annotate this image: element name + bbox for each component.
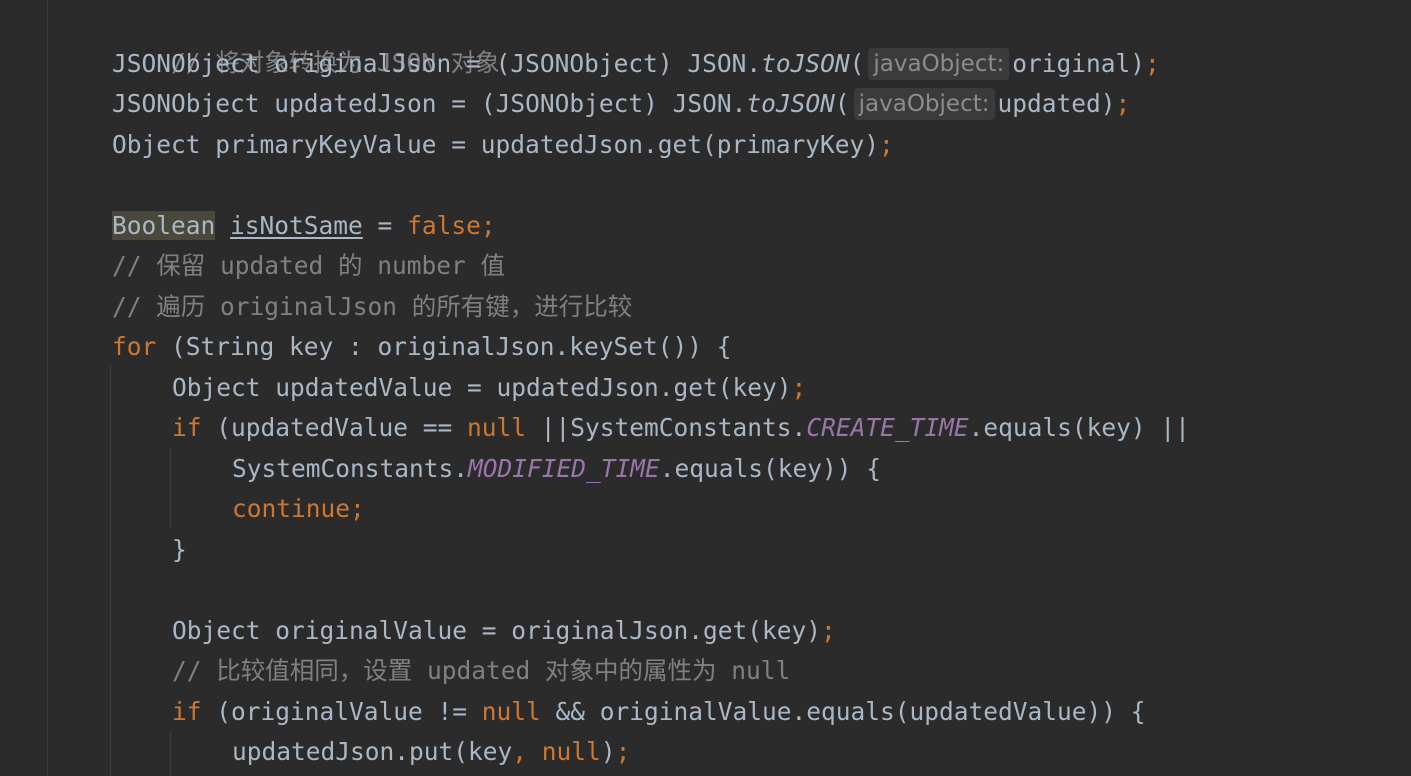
code-line[interactable]: continue;	[232, 489, 365, 529]
keyword: if	[172, 697, 202, 726]
statement: (updatedValue ==	[201, 413, 468, 442]
semicolon: ;	[879, 130, 894, 159]
constant: CREATE_TIME	[806, 413, 969, 442]
type: JSONObject	[112, 89, 260, 118]
code-line[interactable]: JSONObject originalJson = (JSONObject) J…	[112, 44, 1160, 84]
variable: originalJson	[274, 49, 452, 78]
keyword: null	[481, 697, 541, 726]
keyword: false	[407, 211, 481, 240]
constant: MODIFIED_TIME	[468, 454, 660, 483]
semicolon: ;	[1115, 89, 1131, 118]
variable-underlined: isNotSame	[230, 211, 363, 240]
semicolon: ;	[615, 737, 631, 766]
code-line[interactable]: }	[172, 530, 187, 570]
keyword: null	[467, 413, 527, 442]
comment: // 保留 updated 的 number 值	[112, 251, 506, 280]
semicolon: ;	[821, 616, 836, 645]
comment: // 遍历 originalJson 的所有键，进行比较	[112, 292, 633, 321]
operator: =	[436, 89, 481, 118]
statement: updatedJson.put(key	[232, 737, 513, 766]
code-line[interactable]: SystemConstants.MODIFIED_TIME.equals(key…	[232, 449, 881, 489]
type-highlighted: Boolean	[112, 211, 216, 240]
paren: (	[834, 89, 850, 118]
keyword: if	[172, 413, 202, 442]
comma: ,	[512, 737, 528, 766]
parameter-hint: javaObject:	[853, 88, 995, 120]
statement: Object updatedValue = updatedJson.get(ke…	[172, 373, 792, 402]
code-line[interactable]: // 比较值相同，设置 updated 对象中的属性为 null	[172, 651, 790, 691]
keyword: for	[112, 332, 157, 361]
code-line[interactable]: if (updatedValue == null ||SystemConstan…	[172, 408, 1190, 448]
indent-guide	[170, 732, 171, 776]
indent-guide	[110, 366, 111, 776]
gutter-divider	[47, 0, 48, 776]
cast: (JSONObject)	[480, 89, 658, 118]
semicolon: ;	[1145, 49, 1160, 78]
statement: Object primaryKeyValue = updatedJson.get…	[112, 130, 880, 159]
cast: (JSONObject)	[495, 49, 673, 78]
class-ref: JSON.	[687, 49, 762, 78]
code-line[interactable]: if (originalValue != null && originalVal…	[172, 692, 1146, 732]
code-line[interactable]: updatedJson.put(key, null);	[232, 732, 630, 772]
code-line[interactable]: // 保留 updated 的 number 值	[112, 246, 505, 286]
statement: .equals(key) ||	[968, 413, 1190, 442]
code-line[interactable]: Object primaryKeyValue = updatedJson.get…	[112, 125, 894, 165]
statement: .equals(key)) {	[659, 454, 882, 483]
code-line[interactable]: // 遍历 originalJson 的所有键，进行比较	[112, 287, 632, 327]
class-ref: JSON.	[672, 89, 747, 118]
closing-brace: }	[172, 535, 187, 564]
operator: =	[362, 211, 408, 240]
code-line[interactable]: Object updatedValue = updatedJson.get(ke…	[172, 368, 806, 408]
code-line[interactable]: for (String key : originalJson.keySet())…	[112, 327, 732, 367]
argument: original)	[1012, 49, 1146, 78]
paren: (	[849, 49, 865, 78]
statement: (String key : originalJson.keySet()) {	[156, 332, 732, 361]
code-line[interactable]: JSONObject updatedJson = (JSONObject) JS…	[112, 84, 1130, 124]
indent-guide	[170, 448, 171, 528]
statement: Object originalValue = originalJson.get(…	[172, 616, 822, 645]
statement: SystemConstants.	[232, 454, 469, 483]
semicolon: ;	[791, 373, 807, 402]
semicolon: ;	[480, 211, 496, 240]
semicolon: ;	[350, 494, 365, 523]
method-call: toJSON	[761, 49, 850, 78]
keyword: continue	[232, 494, 351, 523]
keyword: null	[541, 737, 601, 766]
variable: updatedJson	[274, 89, 437, 118]
operator: =	[451, 49, 496, 78]
method-call: toJSON	[746, 89, 835, 118]
statement: (originalValue !=	[201, 697, 482, 726]
parameter-hint: javaObject:	[868, 48, 1010, 80]
statement: ||SystemConstants.	[526, 413, 807, 442]
argument: updated)	[997, 89, 1116, 118]
statement: )	[600, 737, 616, 766]
comment: // 比较值相同，设置 updated 对象中的属性为 null	[172, 656, 791, 685]
code-editor[interactable]: // 将对象转换为 JSON 对象 JSONObject originalJso…	[0, 0, 1411, 776]
code-line[interactable]: Boolean isNotSame = false;	[112, 206, 496, 246]
code-line[interactable]: Object originalValue = originalJson.get(…	[172, 611, 836, 651]
code-line[interactable]: // 将对象转换为 JSON 对象	[112, 3, 500, 77]
type: JSONObject	[112, 49, 260, 78]
statement: && originalValue.equals(updatedValue)) {	[540, 697, 1146, 726]
